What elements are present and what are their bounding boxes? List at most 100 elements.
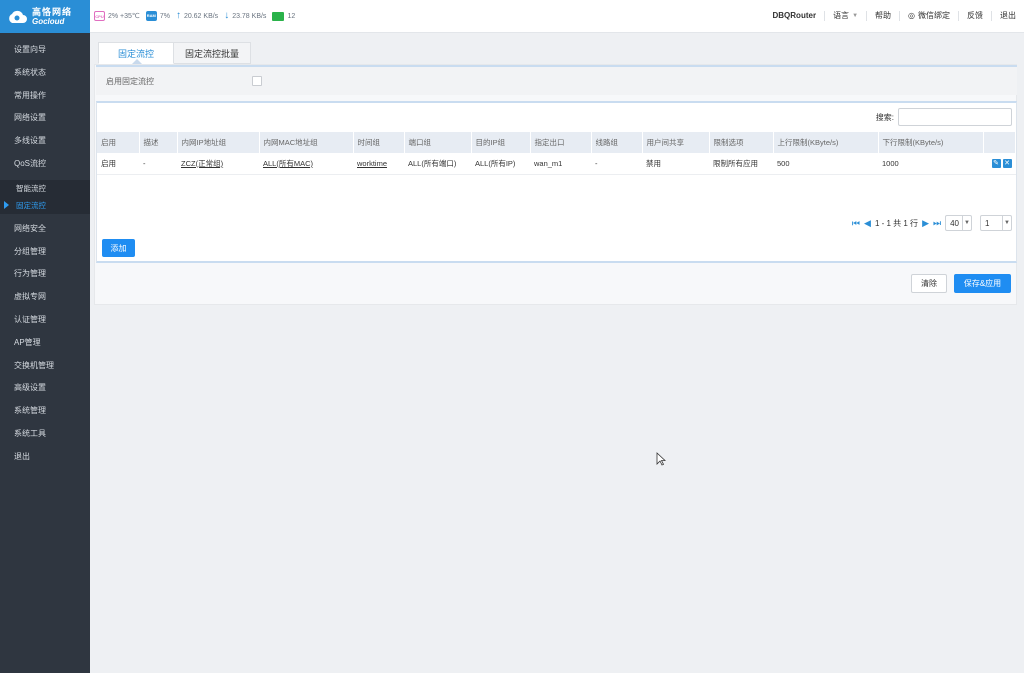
- upload-rate: 20.62 KB/s: [183, 12, 219, 20]
- search-bar: 搜索:: [876, 108, 1012, 126]
- delete-icon[interactable]: ✕: [1002, 159, 1012, 169]
- edit-icon[interactable]: ✎: [991, 159, 1001, 169]
- page-number-value: 1: [985, 218, 990, 228]
- logo[interactable]: 高恪网络 Gocloud: [0, 0, 90, 33]
- chevron-down-icon: ▼: [962, 216, 971, 230]
- page-number-select[interactable]: 1 ▼: [980, 215, 1012, 231]
- col-limit-option[interactable]: 限制选项: [709, 132, 774, 153]
- sidebar-item-network-settings[interactable]: 网络设置: [0, 107, 90, 130]
- cell-actions: ✎ ✕: [983, 153, 1016, 175]
- prev-page-icon[interactable]: ◀: [864, 218, 871, 229]
- time-group-link[interactable]: worktime: [357, 159, 387, 168]
- clear-button[interactable]: 清除: [911, 274, 947, 293]
- help-link[interactable]: 帮助: [866, 11, 899, 21]
- sidebar-item-system-mgmt[interactable]: 系统管理: [0, 400, 90, 423]
- page-size-value: 40: [950, 218, 959, 228]
- col-desc[interactable]: 描述: [139, 132, 178, 153]
- page-size-select[interactable]: 40 ▼: [945, 215, 972, 231]
- col-port-group[interactable]: 端口组: [404, 132, 472, 153]
- first-page-icon[interactable]: ⏮: [852, 218, 860, 229]
- page-info: 1 - 1 共 1 行: [874, 218, 919, 228]
- tab-fixed-qos-batch[interactable]: 固定流控批量: [174, 42, 251, 64]
- logout-link[interactable]: 退出: [991, 11, 1024, 21]
- next-page-icon[interactable]: ▶: [922, 218, 929, 229]
- sidebar-item-auth-mgmt[interactable]: 认证管理: [0, 309, 90, 332]
- col-down-limit[interactable]: 下行限制(KByte/s): [878, 132, 984, 153]
- sidebar-subitem-fixed-qos[interactable]: 固定流控: [0, 196, 90, 214]
- sidebar-nav: 设置向导 系统状态 常用操作 网络设置 多线设置 QoS流控 智能流控 固定流控…: [0, 33, 90, 469]
- status-bar: CPU 2% +35℃ RAM 7% ↑ 20.62 KB/s ↓ 23.78 …: [90, 11, 295, 21]
- logo-text-en: Gocloud: [32, 16, 65, 26]
- monitor-icon: [272, 11, 285, 21]
- col-user-share[interactable]: 用户间共享: [642, 132, 710, 153]
- mac-group-link[interactable]: ALL(所有MAC): [263, 159, 313, 168]
- sidebar-subitem-smart-qos[interactable]: 智能流控: [0, 179, 90, 197]
- cell-time-group[interactable]: worktime: [353, 153, 404, 175]
- main-content: 固定流控 固定流控批量 启用固定流控 搜索: 启用 描述 内网IP地址组 内网M…: [90, 33, 1024, 673]
- ip-group-link[interactable]: ZCZ(正常组): [181, 159, 223, 168]
- tab-fixed-qos[interactable]: 固定流控: [98, 42, 174, 64]
- rules-table-box: 搜索: 启用 描述 内网IP地址组 内网MAC地址组 时间组 端口组 目的IP组…: [96, 101, 1017, 263]
- col-up-limit[interactable]: 上行限制(KByte/s): [773, 132, 879, 153]
- sidebar-item-vpn[interactable]: 虚拟专网: [0, 286, 90, 309]
- wechat-bind-label: 微信绑定: [918, 11, 950, 20]
- cell-limit-option: 限制所有应用: [709, 153, 773, 175]
- col-enable[interactable]: 启用: [97, 132, 140, 153]
- sidebar-item-behavior-mgmt[interactable]: 行为管理: [0, 263, 90, 286]
- save-apply-button[interactable]: 保存&应用: [954, 274, 1011, 293]
- chevron-down-icon: ▼: [1002, 216, 1011, 230]
- cell-line-group: -: [591, 153, 642, 175]
- ram-usage: 7%: [159, 12, 170, 20]
- tab-bar: 固定流控 固定流控批量: [98, 42, 251, 64]
- cloud-logo-icon: [6, 9, 28, 25]
- logo-text-cn: 高恪网络: [32, 6, 73, 17]
- col-line-group[interactable]: 线路组: [591, 132, 643, 153]
- cell-user-share: 禁用: [642, 153, 709, 175]
- language-menu[interactable]: 语言 ▼: [824, 11, 866, 21]
- col-dest-ip-group[interactable]: 目的IP组: [471, 132, 531, 153]
- panel: 启用固定流控 搜索: 启用 描述 内网IP地址组 内网MAC地址组 时间组 端口…: [94, 64, 1017, 305]
- enable-label: 启用固定流控: [106, 76, 154, 86]
- cell-enable: 启用: [97, 153, 139, 175]
- add-button[interactable]: 添加: [102, 239, 135, 257]
- wechat-bind-link[interactable]: ◎ 微信绑定: [899, 11, 958, 21]
- cell-desc: -: [139, 153, 177, 175]
- col-ip-group[interactable]: 内网IP地址组: [177, 132, 260, 153]
- col-outlet[interactable]: 指定出口: [530, 132, 592, 153]
- col-time-group[interactable]: 时间组: [353, 132, 405, 153]
- table-row: 启用 - ZCZ(正常组) ALL(所有MAC) worktime ALL(所有…: [97, 153, 1016, 175]
- table-header-row: 启用 描述 内网IP地址组 内网MAC地址组 时间组 端口组 目的IP组 指定出…: [97, 132, 1016, 153]
- sidebar-item-qos[interactable]: QoS流控: [0, 153, 90, 176]
- sidebar-item-network-security[interactable]: 网络安全: [0, 218, 90, 241]
- sidebar-item-setup-wizard[interactable]: 设置向导: [0, 39, 90, 62]
- sidebar-item-group-mgmt[interactable]: 分组管理: [0, 241, 90, 264]
- cpu-icon: CPU: [94, 11, 105, 21]
- enable-checkbox[interactable]: [252, 76, 262, 86]
- ram-icon: RAM: [145, 11, 157, 21]
- cell-outlet: wan_m1: [530, 153, 591, 175]
- upload-icon: ↑: [175, 10, 181, 21]
- cell-dest-ip-group: ALL(所有IP): [471, 153, 530, 175]
- col-mac-group[interactable]: 内网MAC地址组: [259, 132, 354, 153]
- feedback-link[interactable]: 反馈: [958, 11, 991, 21]
- sidebar-item-multiline[interactable]: 多线设置: [0, 130, 90, 153]
- client-count: 12: [287, 12, 296, 20]
- sidebar-item-common-ops[interactable]: 常用操作: [0, 85, 90, 108]
- pagination: ⏮ ◀ 1 - 1 共 1 行 ▶ ⏭ 40 ▼ 1 ▼: [852, 215, 1012, 231]
- cell-up-limit: 500: [773, 153, 878, 175]
- sidebar: 高恪网络 Gocloud 设置向导 系统状态 常用操作 网络设置 多线设置 Qo…: [0, 0, 90, 673]
- sidebar-item-switch-mgmt[interactable]: 交换机管理: [0, 355, 90, 378]
- cpu-usage: 2% +35℃: [108, 13, 140, 20]
- last-page-icon[interactable]: ⏭: [933, 218, 941, 229]
- search-input[interactable]: [898, 108, 1012, 126]
- cell-mac-group[interactable]: ALL(所有MAC): [259, 153, 353, 175]
- sidebar-item-exit[interactable]: 退出: [0, 446, 90, 469]
- sidebar-item-system-status[interactable]: 系统状态: [0, 62, 90, 85]
- sidebar-item-system-tools[interactable]: 系统工具: [0, 423, 90, 446]
- cell-ip-group[interactable]: ZCZ(正常组): [177, 153, 259, 175]
- sidebar-item-advanced[interactable]: 高级设置: [0, 377, 90, 400]
- mouse-cursor-icon: [656, 452, 666, 466]
- chevron-down-icon: ▼: [852, 13, 859, 19]
- search-label: 搜索:: [875, 112, 894, 122]
- sidebar-item-ap-mgmt[interactable]: AP管理: [0, 332, 90, 355]
